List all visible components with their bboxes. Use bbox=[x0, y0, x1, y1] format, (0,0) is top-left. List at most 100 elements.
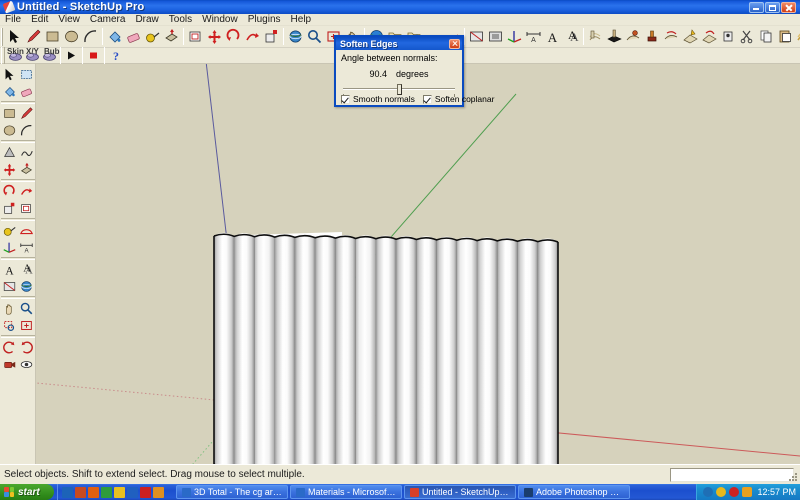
app-red-icon[interactable] bbox=[140, 486, 151, 498]
paste-icon[interactable] bbox=[776, 27, 795, 47]
resize-grip[interactable] bbox=[787, 471, 799, 483]
zoom-extents-icon[interactable] bbox=[18, 317, 35, 334]
stop-button-icon[interactable] bbox=[85, 49, 102, 63]
tape-measure-icon[interactable] bbox=[143, 27, 162, 47]
make-component-icon[interactable] bbox=[18, 66, 35, 83]
stamp-icon[interactable] bbox=[643, 27, 662, 47]
offset-icon[interactable] bbox=[186, 27, 205, 47]
paint-bucket-icon[interactable] bbox=[105, 27, 124, 47]
flip-edge-icon[interactable] bbox=[700, 27, 719, 47]
rectangle-icon[interactable] bbox=[43, 27, 62, 47]
arc-icon[interactable] bbox=[81, 27, 100, 47]
smooth-normals-box[interactable] bbox=[341, 94, 350, 104]
polygon-icon[interactable] bbox=[1, 144, 18, 161]
pan-icon[interactable] bbox=[1, 300, 18, 317]
axes-icon[interactable] bbox=[505, 27, 524, 47]
smoove-icon[interactable] bbox=[624, 27, 643, 47]
taskbar-button[interactable]: 3D Total - The cg arti... bbox=[176, 485, 288, 499]
firefox-icon[interactable] bbox=[88, 486, 99, 498]
smooth-normals-label[interactable]: Smooth normals bbox=[353, 94, 415, 104]
section-plane-icon[interactable] bbox=[1, 278, 18, 295]
dialog-titlebar[interactable]: Soften Edges bbox=[336, 37, 462, 50]
measurements-input[interactable] bbox=[670, 468, 794, 482]
previous-view-icon[interactable] bbox=[1, 339, 18, 356]
cut-icon[interactable] bbox=[738, 27, 757, 47]
drape-icon[interactable] bbox=[662, 27, 681, 47]
dimension-icon[interactable]: A bbox=[18, 239, 35, 256]
smooth-normals-checkbox[interactable]: Smooth normals bbox=[341, 94, 415, 104]
zoom-window-icon[interactable] bbox=[1, 317, 18, 334]
taskbar-button[interactable]: Adobe Photoshop CS... bbox=[518, 485, 630, 499]
axes-icon[interactable] bbox=[1, 239, 18, 256]
app-v-icon[interactable] bbox=[742, 487, 753, 497]
display-section-icon[interactable] bbox=[486, 27, 505, 47]
antivirus-icon[interactable] bbox=[729, 487, 740, 497]
globe-icon[interactable] bbox=[127, 486, 138, 498]
next-view-icon[interactable] bbox=[18, 339, 35, 356]
scale-icon[interactable] bbox=[1, 200, 18, 217]
menu-item-plugins[interactable]: Plugins bbox=[243, 14, 286, 26]
menu-item-edit[interactable]: Edit bbox=[26, 14, 53, 26]
push-pull-icon[interactable] bbox=[162, 27, 181, 47]
position-camera-icon[interactable] bbox=[1, 356, 18, 373]
follow-me-icon[interactable] bbox=[243, 27, 262, 47]
sandbox-from-scratch-icon[interactable] bbox=[605, 27, 624, 47]
smiley-icon[interactable] bbox=[114, 486, 125, 498]
close-icon[interactable] bbox=[449, 38, 460, 49]
menu-item-help[interactable]: Help bbox=[286, 14, 317, 26]
dimension-icon[interactable]: A bbox=[524, 27, 543, 47]
menu-item-window[interactable]: Window bbox=[197, 14, 243, 26]
add-detail-icon[interactable] bbox=[681, 27, 700, 47]
restore-button[interactable] bbox=[765, 1, 780, 13]
rotate-icon[interactable] bbox=[224, 27, 243, 47]
soften-coplanar-label[interactable]: Soften coplanar bbox=[435, 94, 495, 104]
copy-icon[interactable] bbox=[757, 27, 776, 47]
offset-icon[interactable] bbox=[18, 200, 35, 217]
rotate-icon[interactable] bbox=[1, 183, 18, 200]
soften-coplanar-box[interactable] bbox=[422, 94, 432, 104]
app-orange-icon[interactable] bbox=[153, 486, 164, 498]
select-arrow-icon[interactable] bbox=[1, 66, 18, 83]
soften-icon[interactable] bbox=[795, 27, 800, 47]
text-icon[interactable]: A bbox=[543, 27, 562, 47]
section-plane-icon[interactable] bbox=[467, 27, 486, 47]
look-around-icon[interactable] bbox=[18, 356, 35, 373]
eraser-icon[interactable] bbox=[124, 27, 143, 47]
soften-coplanar-checkbox[interactable]: Soften coplanar bbox=[422, 94, 495, 104]
scale-icon[interactable] bbox=[262, 27, 281, 47]
eraser-icon[interactable] bbox=[18, 83, 35, 100]
toolbar-grip[interactable] bbox=[1, 27, 3, 46]
line-pencil-icon[interactable] bbox=[18, 105, 35, 122]
minimize-button[interactable] bbox=[749, 1, 764, 13]
volume-icon[interactable] bbox=[703, 487, 714, 497]
push-pull-icon[interactable] bbox=[18, 161, 35, 178]
start-button[interactable]: start bbox=[0, 484, 54, 500]
menu-item-view[interactable]: View bbox=[53, 14, 85, 26]
taskbar-button[interactable]: Untitled - SketchUp Pro bbox=[404, 485, 516, 499]
select-arrow-icon[interactable] bbox=[5, 27, 24, 47]
tape-measure-icon[interactable] bbox=[1, 222, 18, 239]
zoom-icon[interactable] bbox=[18, 300, 35, 317]
follow-me-icon[interactable] bbox=[18, 183, 35, 200]
menu-item-tools[interactable]: Tools bbox=[164, 14, 197, 26]
text-icon[interactable]: A bbox=[1, 261, 18, 278]
play-button-icon[interactable] bbox=[63, 49, 80, 63]
orbit-icon[interactable] bbox=[286, 27, 305, 47]
internet-explorer-icon[interactable] bbox=[62, 486, 73, 498]
paint-bucket-icon[interactable] bbox=[1, 83, 18, 100]
circle-icon[interactable] bbox=[62, 27, 81, 47]
utorrent-icon[interactable] bbox=[101, 486, 112, 498]
3d-text-icon[interactable]: AA bbox=[18, 261, 35, 278]
menu-item-draw[interactable]: Draw bbox=[130, 14, 163, 26]
corrugated-surface-model[interactable] bbox=[213, 232, 559, 464]
protractor-icon[interactable] bbox=[18, 222, 35, 239]
rectangle-icon[interactable] bbox=[1, 105, 18, 122]
model-canvas[interactable] bbox=[36, 64, 800, 464]
face-me-icon[interactable] bbox=[719, 27, 738, 47]
media-player-icon[interactable] bbox=[75, 486, 86, 498]
menu-item-camera[interactable]: Camera bbox=[85, 14, 131, 26]
move-icon[interactable] bbox=[1, 161, 18, 178]
arc-icon[interactable] bbox=[18, 122, 35, 139]
taskbar-clock[interactable]: 12:57 PM bbox=[757, 487, 796, 497]
toolbar-grip[interactable] bbox=[1, 46, 5, 65]
